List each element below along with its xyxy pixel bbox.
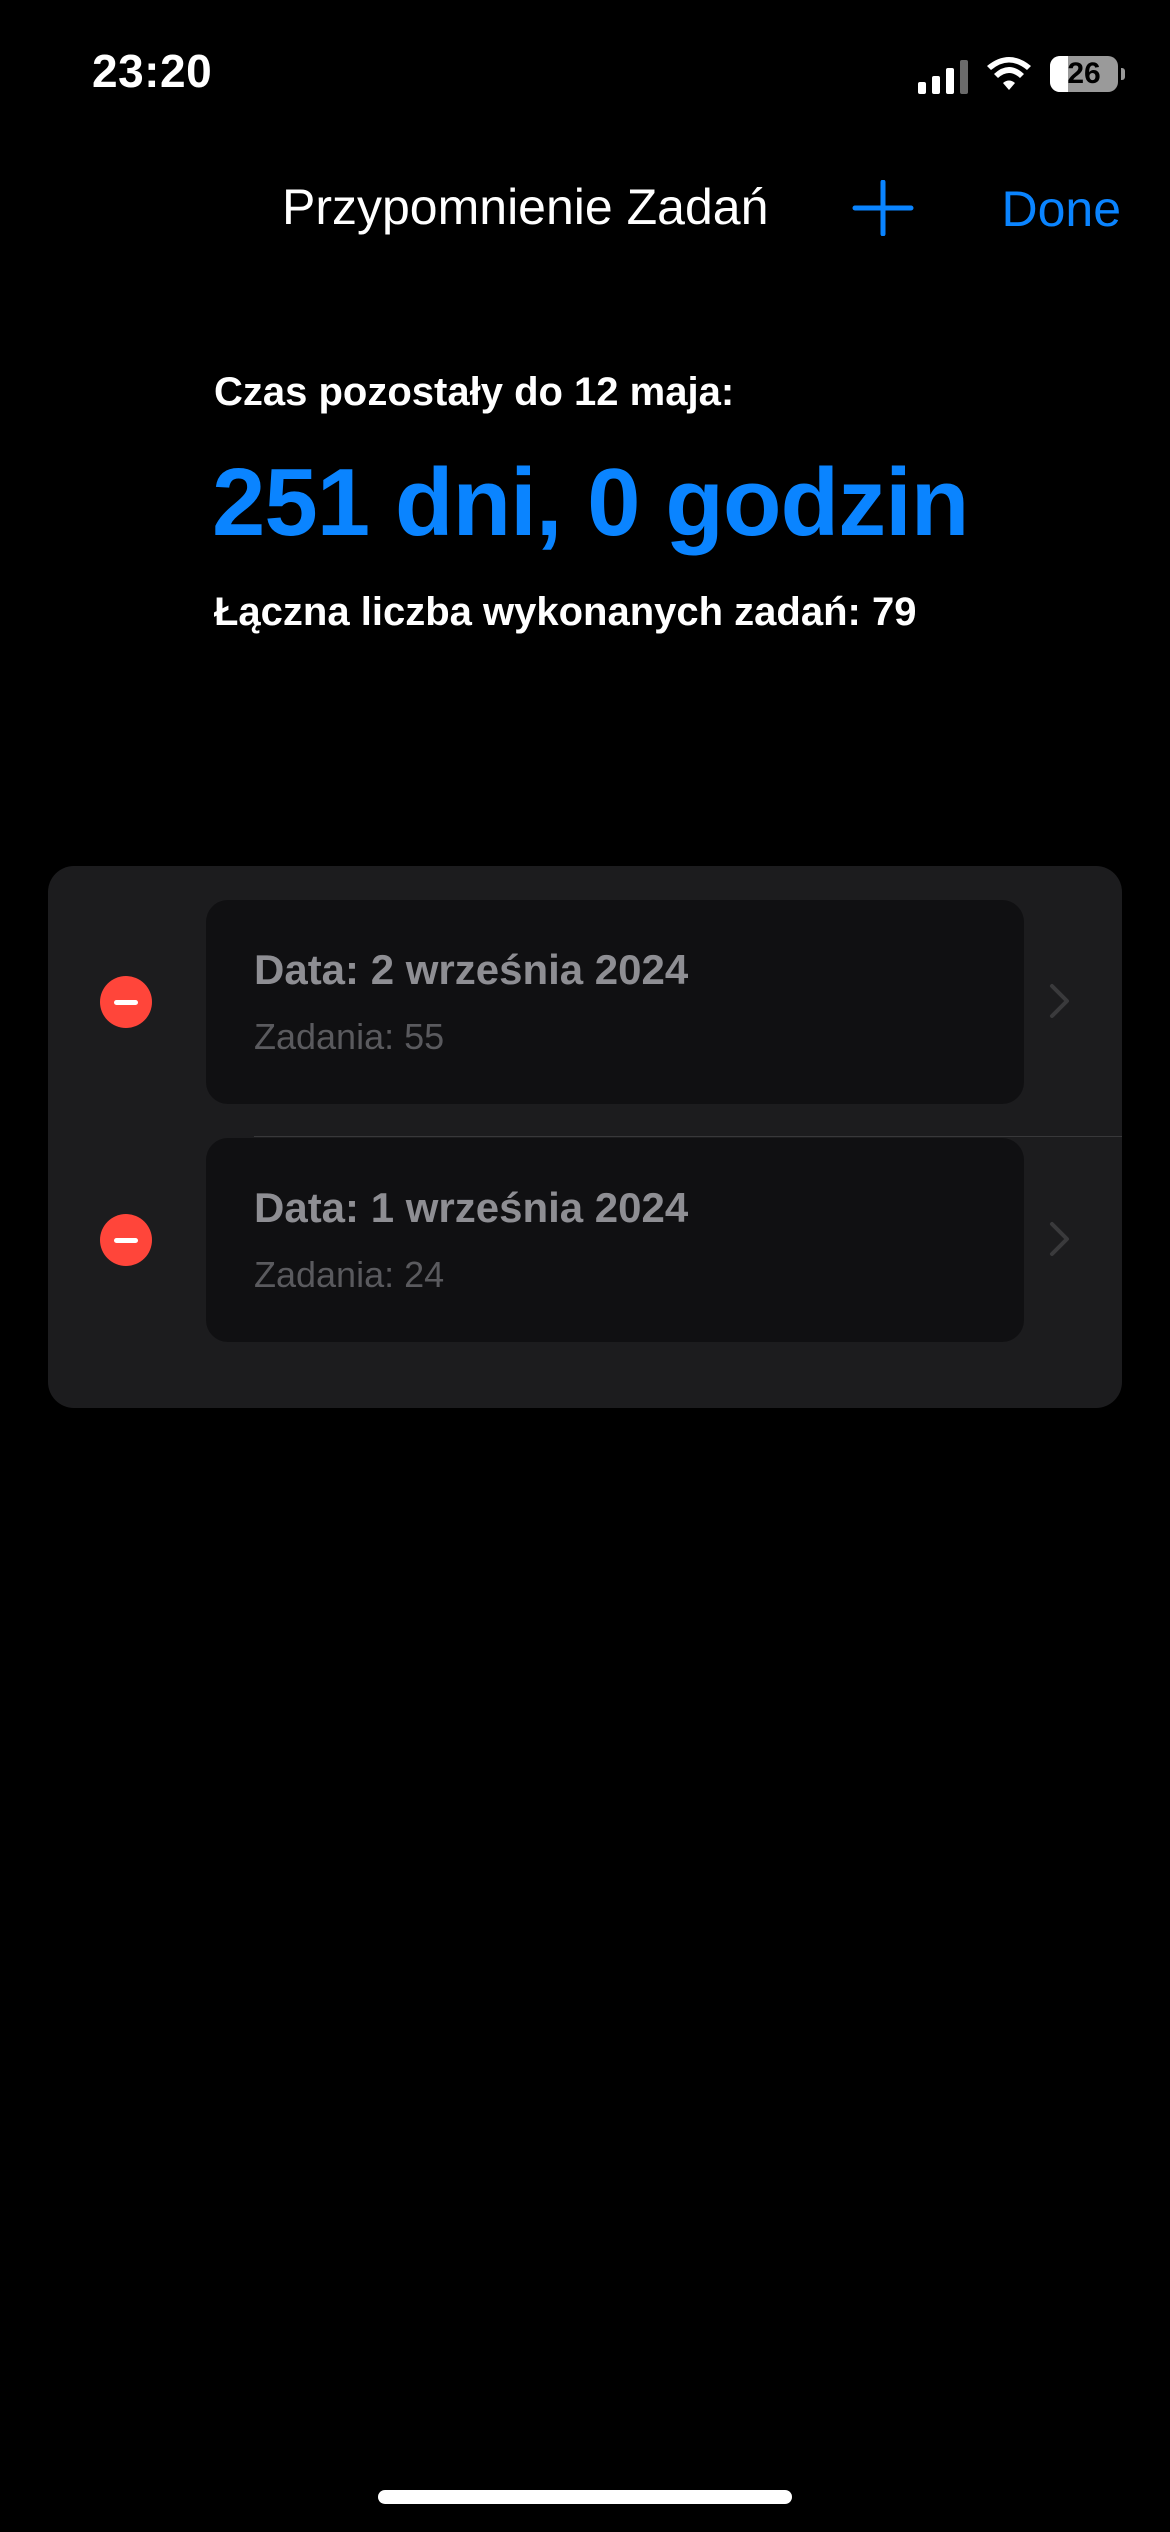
page-title: Przypomnienie Zadań xyxy=(282,179,769,235)
countdown-label: Czas pozostały do 12 maja: xyxy=(214,370,735,414)
battery-fill xyxy=(1050,56,1068,92)
entry-date: Data: 2 września 2024 xyxy=(254,946,689,993)
entry-date: Data: 1 września 2024 xyxy=(254,1184,689,1231)
divider xyxy=(254,1136,1122,1137)
done-button[interactable]: Done xyxy=(1001,180,1121,238)
list-item: Data: 2 września 2024 Zadania: 55 xyxy=(48,866,1122,1137)
total-tasks-label: Łączna liczba wykonanych zadań: 79 xyxy=(214,590,917,634)
list-item: Data: 1 września 2024 Zadania: 24 xyxy=(48,1138,1122,1408)
plus-icon xyxy=(852,180,914,236)
delete-button[interactable] xyxy=(100,1214,152,1266)
battery-level: 26 xyxy=(1067,57,1101,90)
chevron-right-icon xyxy=(1050,984,1069,1018)
entries-list: Data: 2 września 2024 Zadania: 55 Data: … xyxy=(48,866,1122,1408)
signal-icon xyxy=(918,54,968,94)
entry-card[interactable]: Data: 1 września 2024 Zadania: 24 xyxy=(206,1138,1024,1342)
delete-button[interactable] xyxy=(100,976,152,1028)
countdown-value: 251 dni, 0 godzin xyxy=(212,449,969,556)
add-button[interactable] xyxy=(852,180,914,236)
chevron-right-icon xyxy=(1050,1222,1069,1256)
status-icons: 26 xyxy=(918,50,1125,98)
battery-icon: 26 xyxy=(1050,56,1125,92)
home-indicator[interactable] xyxy=(378,2490,792,2504)
entry-card[interactable]: Data: 2 września 2024 Zadania: 55 xyxy=(206,900,1024,1104)
wifi-icon xyxy=(987,57,1031,90)
entry-task-count: Zadania: 55 xyxy=(254,1016,445,1057)
status-time: 23:20 xyxy=(92,45,213,97)
entry-task-count: Zadania: 24 xyxy=(254,1254,445,1295)
